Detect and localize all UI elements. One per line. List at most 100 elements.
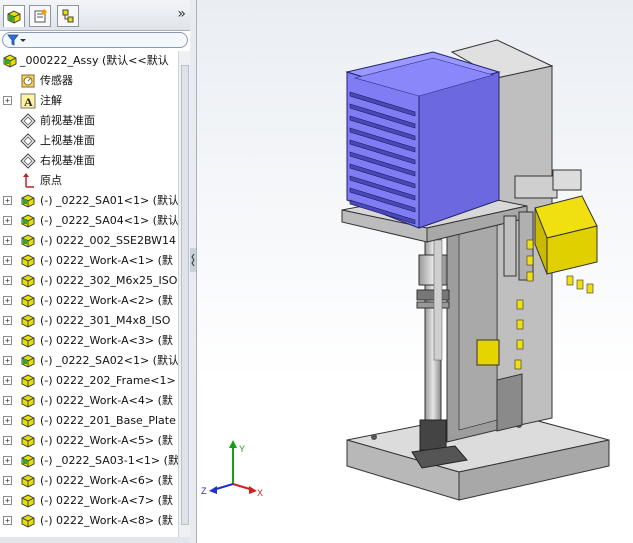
expand-toggle[interactable]: + <box>3 396 12 405</box>
expand-toggle[interactable]: + <box>3 436 12 445</box>
tree-item[interactable]: + (-) 0222_201_Base_Plate <box>0 411 178 431</box>
expand-toggle[interactable]: + <box>3 96 12 105</box>
tree-item[interactable]: + (-) _0222_SA01<1> (默认 <box>0 191 178 211</box>
part-icon <box>21 414 35 428</box>
expand-toggle[interactable]: + <box>3 276 12 285</box>
tree-item-label: (-) _0222_SA04<1> (默认 <box>40 214 178 227</box>
collapse-panel-button[interactable]: » <box>177 6 186 22</box>
subassembly-icon <box>21 354 35 368</box>
svg-text:A: A <box>24 95 33 109</box>
fitting <box>526 239 534 250</box>
expand-toggle[interactable]: + <box>3 416 12 425</box>
expand-toggle[interactable]: + <box>3 476 12 485</box>
y-axis-arrow <box>229 440 237 448</box>
expand-toggle[interactable]: + <box>3 256 12 265</box>
tree-item[interactable]: 前视基准面 <box>0 111 178 131</box>
part-icon <box>21 254 35 268</box>
tree-item[interactable]: 传感器 <box>0 71 178 91</box>
part-icon <box>21 434 35 448</box>
tree-item-label: (-) 0222_301_M4x8_ISO <box>40 314 171 327</box>
chevron-left-icon <box>191 253 195 267</box>
tree-item-label: (-) 0222_202_Frame<1> <box>40 374 176 387</box>
expand-toggle[interactable]: + <box>3 356 12 365</box>
tree-item-label: 原点 <box>40 174 62 187</box>
plane-icon <box>20 153 36 169</box>
tree-item-label: (-) _0222_SA03-1<1> (默 <box>40 454 178 467</box>
graphics-viewport[interactable]: Y X Z <box>197 0 633 543</box>
tree-item[interactable]: + (-) 0222_Work-A<3> (默 <box>0 331 178 351</box>
fitting <box>526 255 534 266</box>
feature-manager-icon <box>7 9 21 24</box>
tree-item[interactable]: + (-) 0222_Work-A<4> (默 <box>0 391 178 411</box>
tree-item[interactable]: + (-) 0222_202_Frame<1> <box>0 371 178 391</box>
tree-item-label: (-) 0222_002_SSE2BW14 <box>40 234 176 247</box>
expand-toggle[interactable]: + <box>3 456 12 465</box>
fitting <box>526 271 534 282</box>
fitting <box>576 279 584 290</box>
configuration-manager-icon <box>62 9 74 23</box>
feature-manager-panel: » _000222_Assy (默认<<默认 传感器 + A 注解 前视基准面 上视基准面右… <box>0 0 191 543</box>
tree-item[interactable]: 上视基准面 <box>0 131 178 151</box>
tree-item[interactable]: + A 注解 <box>0 91 178 111</box>
plane-icon <box>20 133 36 149</box>
expand-toggle[interactable]: + <box>3 516 12 525</box>
expand-toggle[interactable]: + <box>3 196 12 205</box>
tree-item-label: 上视基准面 <box>40 134 95 147</box>
filter-bar[interactable] <box>2 32 188 48</box>
expand-toggle[interactable]: + <box>3 316 12 325</box>
splitter-grip[interactable] <box>190 248 196 272</box>
tree-root[interactable]: _000222_Assy (默认<<默认 <box>0 51 178 71</box>
subassembly-icon <box>21 214 35 228</box>
fitting <box>566 275 574 286</box>
scrollbar-thumb[interactable] <box>181 65 189 525</box>
expand-toggle[interactable]: + <box>3 296 12 305</box>
tree-item-label: (-) 0222_Work-A<6> (默 <box>40 474 173 487</box>
panel-splitter[interactable] <box>190 0 197 543</box>
tree-item[interactable]: + (-) 0222_302_M6x25_ISO <box>0 271 178 291</box>
fitting <box>516 299 524 310</box>
tree-item[interactable]: 原点 <box>0 171 178 191</box>
subassembly-icon <box>21 234 35 248</box>
tree-item[interactable]: + (-) 0222_301_M4x8_ISO <box>0 311 178 331</box>
part-icon <box>21 394 35 408</box>
tree-item[interactable]: 右视基准面 <box>0 151 178 171</box>
tab-feature-manager[interactable] <box>3 5 25 27</box>
part-icon <box>21 294 35 308</box>
tree-item[interactable]: + (-) _0222_SA04<1> (默认 <box>0 211 178 231</box>
expand-toggle[interactable]: + <box>3 236 12 245</box>
tree-item[interactable]: + (-) _0222_SA03-1<1> (默 <box>0 451 178 471</box>
feature-tree: _000222_Assy (默认<<默认 传感器 + A 注解 前视基准面 上视基准面 右视基… <box>0 51 178 543</box>
tree-item[interactable]: + (-) _0222_SA02<1> (默认 <box>0 351 178 371</box>
part-icon <box>21 314 35 328</box>
tree-item[interactable]: + (-) 0222_Work-A<1> (默 <box>0 251 178 271</box>
tree-item-label: (-) 0222_Work-A<3> (默 <box>40 334 173 347</box>
horizontal-scrollbar[interactable] <box>0 537 190 543</box>
funnel-icon[interactable] <box>6 33 28 47</box>
panel-tab-bar: » <box>0 0 190 31</box>
tree-item[interactable]: + (-) 0222_Work-A<2> (默 <box>0 291 178 311</box>
subassembly-icon <box>21 454 35 468</box>
tree-item[interactable]: + (-) 0222_Work-A<7> (默 <box>0 491 178 511</box>
tab-configuration-manager[interactable] <box>57 5 79 27</box>
tree-item-label: _000222_Assy (默认<<默认 <box>20 54 169 67</box>
expand-toggle[interactable]: + <box>3 336 12 345</box>
tree-item[interactable]: + (-) 0222_Work-A<5> (默 <box>0 431 178 451</box>
tree-item[interactable]: + (-) 0222_Work-A<6> (默 <box>0 471 178 491</box>
part-icon <box>21 374 35 388</box>
x-axis-label: X <box>257 488 263 498</box>
expand-toggle[interactable]: + <box>3 496 12 505</box>
expand-toggle[interactable]: + <box>3 216 12 225</box>
fitting <box>516 339 524 350</box>
axis-triad[interactable]: Y X Z <box>197 430 277 510</box>
tab-property-manager[interactable] <box>29 5 51 27</box>
z-axis-label: Z <box>201 486 207 496</box>
tree-item-label: 传感器 <box>40 74 73 87</box>
tree-item[interactable]: + (-) 0222_Work-A<8> (默 <box>0 511 178 531</box>
tree-item-label: (-) 0222_Work-A<5> (默 <box>40 434 173 447</box>
property-manager-icon <box>34 9 47 23</box>
tree-item-label: (-) 0222_Work-A<8> (默 <box>40 514 173 527</box>
tree-item[interactable]: + (-) 0222_002_SSE2BW14 <box>0 231 178 251</box>
tree-item-label: (-) 0222_302_M6x25_ISO <box>40 274 178 287</box>
expand-toggle[interactable]: + <box>3 376 12 385</box>
assembly-icon <box>3 54 17 68</box>
